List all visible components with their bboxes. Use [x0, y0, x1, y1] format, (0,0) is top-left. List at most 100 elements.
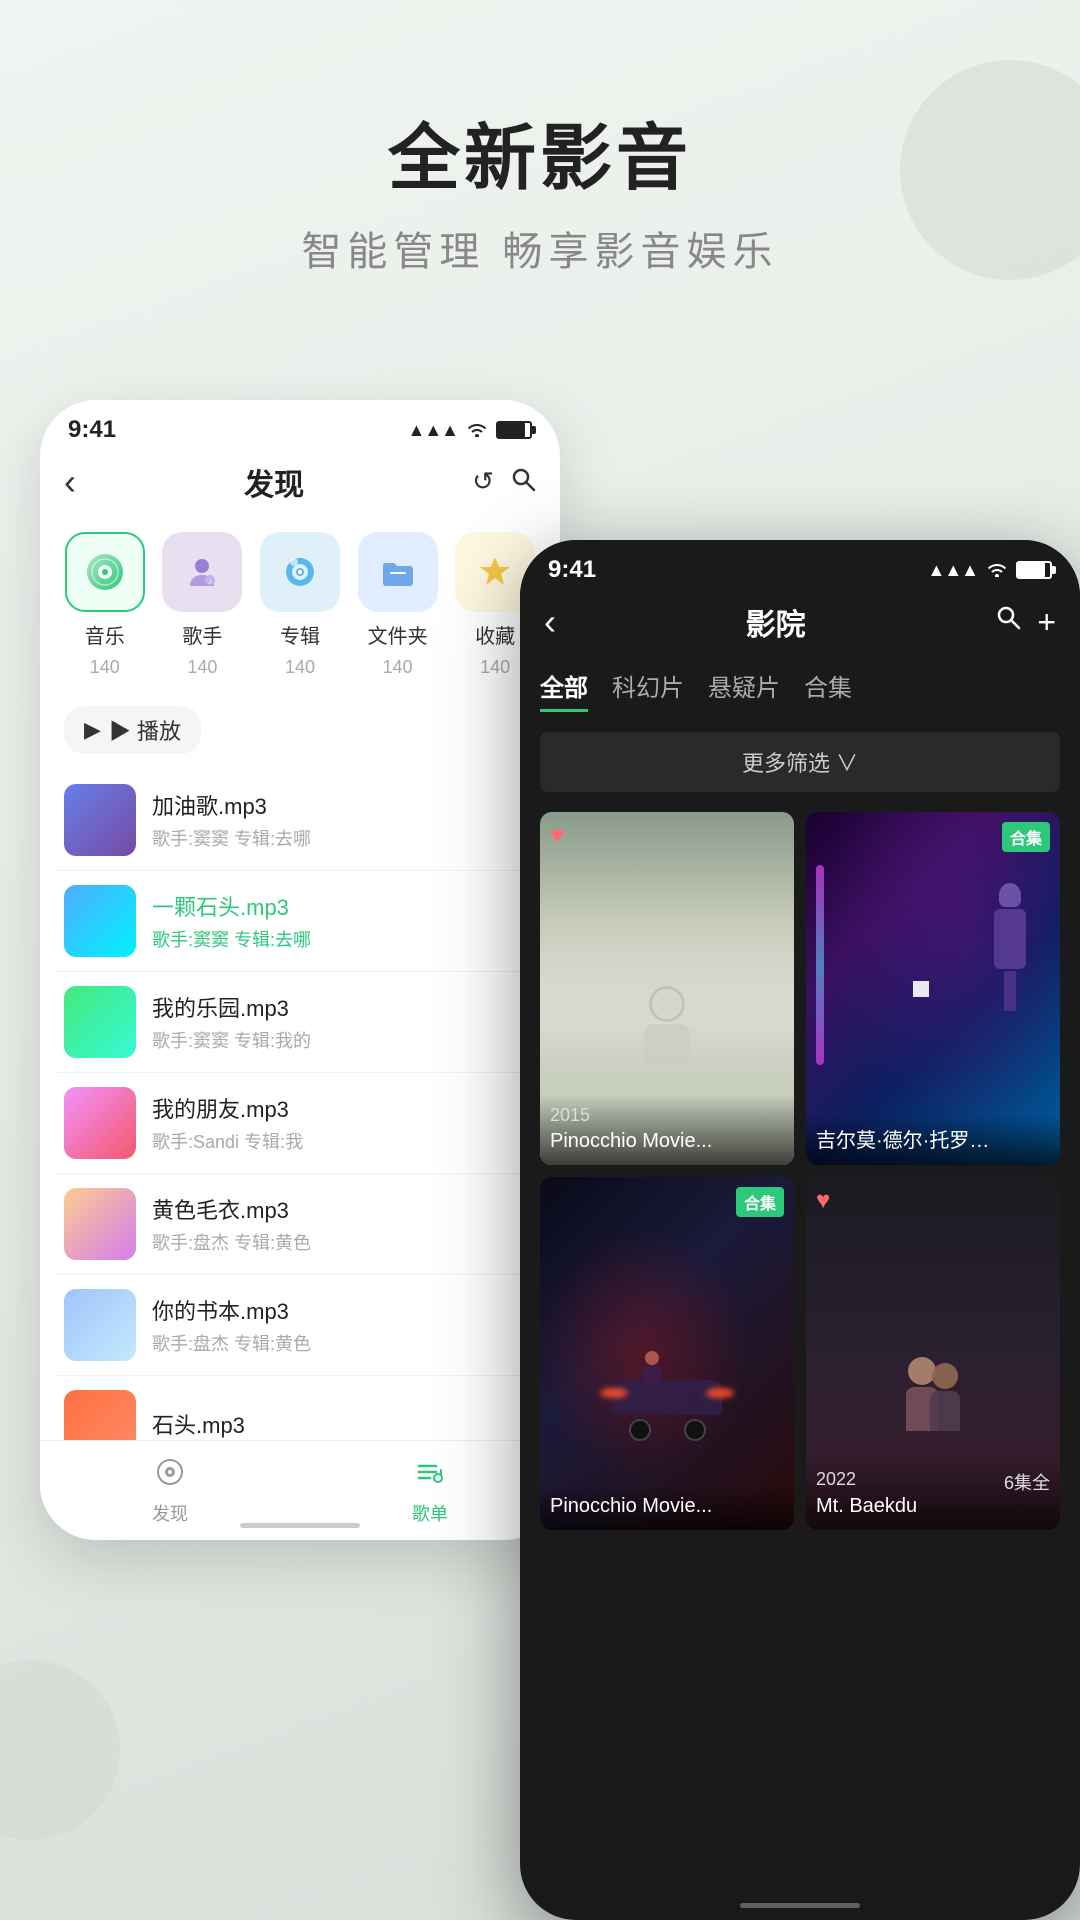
song-info: 我的朋友.mp3 歌手:Sandi 专辑:我	[152, 1092, 536, 1154]
fav-label: 收藏	[475, 620, 515, 649]
battery-icon-left	[496, 421, 532, 439]
filter-tab-collection[interactable]: 合集	[804, 668, 852, 712]
song-info: 石头.mp3	[152, 1408, 536, 1444]
filter-tabs: 全部 科幻片 悬疑片 合集	[520, 660, 1080, 724]
movie-bg-3	[540, 1177, 794, 1530]
filter-tab-scifi[interactable]: 科幻片	[612, 668, 684, 712]
status-icons-left: ▲▲▲	[408, 416, 532, 444]
movie-title-3: Pinocchio Movie...	[550, 1495, 784, 1518]
tab-discover-label: 发现	[152, 1500, 188, 1526]
music-icon-wrap	[65, 532, 145, 612]
movie-year-1: 2015	[550, 1105, 784, 1126]
status-bar-right: 9:41 ▲▲▲	[520, 540, 1080, 592]
driver-silhouette	[642, 1351, 662, 1381]
filter-tab-mystery[interactable]: 悬疑片	[708, 668, 780, 712]
movie-card-2[interactable]: 合集 吉尔莫·德尔·托罗…	[806, 812, 1060, 1165]
movie-heart-1: ♥	[550, 822, 564, 850]
singer-count: 140	[187, 657, 217, 678]
page-subtitle: 智能管理 畅享影音娱乐	[0, 219, 1080, 277]
play-icon: ▶	[84, 717, 101, 743]
refresh-icon[interactable]: ↺	[472, 466, 494, 499]
movie-title-1: Pinocchio Movie...	[550, 1130, 784, 1153]
music-count: 140	[90, 657, 120, 678]
category-album[interactable]: 专辑 140	[260, 532, 340, 678]
home-indicator-left	[240, 1523, 360, 1528]
nav-bar-right: ‹ 影院 +	[520, 592, 1080, 660]
category-singer[interactable]: ♪ 歌手 140	[162, 532, 242, 678]
song-name: 一颗石头.mp3	[152, 890, 536, 922]
back-button-right[interactable]: ‹	[544, 601, 556, 643]
list-item[interactable]: 你的书本.mp3 歌手:盘杰 专辑:黄色	[56, 1275, 544, 1376]
white-rect	[913, 981, 929, 997]
fav-count: 140	[480, 657, 510, 678]
couple-figure	[906, 1357, 960, 1431]
song-info: 加油歌.mp3 歌手:窦窦 专辑:去哪	[152, 789, 536, 851]
song-name: 黄色毛衣.mp3	[152, 1193, 536, 1225]
left-phone: 9:41 ▲▲▲ ‹ 发现 ↺	[40, 400, 560, 1540]
list-item[interactable]: 加油歌.mp3 歌手:窦窦 专辑:去哪	[56, 770, 544, 871]
song-thumb	[64, 784, 136, 856]
song-name: 你的书本.mp3	[152, 1294, 536, 1326]
more-filter-btn[interactable]: 更多筛选 ∨	[540, 732, 1060, 792]
list-item[interactable]: 我的朋友.mp3 歌手:Sandi 专辑:我	[56, 1073, 544, 1174]
folder-icon-wrap	[358, 532, 438, 612]
add-icon[interactable]: +	[1037, 604, 1056, 641]
movie-card-1[interactable]: ♥ 2015 Pinocchio Movie...	[540, 812, 794, 1165]
time-left: 9:41	[68, 416, 116, 444]
movie-year-title-row: 2022 6集全	[816, 1469, 1050, 1495]
song-thumb	[64, 1188, 136, 1260]
play-button[interactable]: ▶ ▶ 播放	[64, 706, 201, 754]
list-item[interactable]: 我的乐园.mp3 歌手:窦窦 专辑:我的	[56, 972, 544, 1073]
search-icon-right[interactable]	[995, 604, 1021, 641]
car-figure	[612, 1380, 722, 1441]
filter-tab-all[interactable]: 全部	[540, 668, 588, 712]
category-music[interactable]: 音乐 140	[65, 532, 145, 678]
neon-bar	[816, 865, 824, 1065]
home-indicator-right	[740, 1903, 860, 1908]
song-thumb	[64, 986, 136, 1058]
status-bar-left: 9:41 ▲▲▲	[40, 400, 560, 452]
song-info: 黄色毛衣.mp3 歌手:盘杰 专辑:黄色	[152, 1193, 536, 1255]
status-icons-right: ▲▲▲	[928, 556, 1052, 584]
song-meta: 歌手:窦窦 专辑:我的	[152, 1027, 536, 1053]
album-label: 专辑	[280, 620, 320, 649]
category-list: 音乐 140 ♪ 歌手 140	[40, 520, 560, 698]
song-info: 我的乐园.mp3 歌手:窦窦 专辑:我的	[152, 991, 536, 1053]
singer-icon-wrap: ♪	[162, 532, 242, 612]
movie-info-1: 2015 Pinocchio Movie...	[540, 1095, 794, 1165]
song-name: 加油歌.mp3	[152, 789, 536, 821]
nav-icons-left: ↺	[472, 466, 536, 499]
movie-info-3: Pinocchio Movie...	[540, 1485, 794, 1530]
nav-title-right: 影院	[746, 600, 806, 644]
movie-title-4: Mt. Baekdu	[816, 1495, 1050, 1518]
song-name: 石头.mp3	[152, 1408, 536, 1440]
search-icon-left[interactable]	[510, 466, 536, 499]
list-item[interactable]: 一颗石头.mp3 歌手:窦窦 专辑:去哪	[56, 871, 544, 972]
back-button-left[interactable]: ‹	[64, 461, 76, 503]
astronaut-figure	[644, 986, 690, 1066]
nav-icons-right: +	[995, 604, 1056, 641]
movie-badge-3: 合集	[736, 1187, 784, 1217]
nav-title-left: 发现	[244, 460, 304, 504]
movie-year-4: 2022	[816, 1469, 856, 1490]
movie-badge-2: 合集	[1002, 822, 1050, 852]
nav-bar-left: ‹ 发现 ↺	[40, 452, 560, 520]
song-meta: 歌手:窦窦 专辑:去哪	[152, 825, 536, 851]
folder-label: 文件夹	[368, 620, 428, 649]
more-filter-text: 更多筛选 ∨	[742, 746, 858, 778]
svg-text:♪: ♪	[208, 577, 212, 586]
category-folder[interactable]: 文件夹 140	[358, 532, 438, 678]
wifi-icon-right	[986, 556, 1008, 584]
movie-info-2: 吉尔莫·德尔·托罗…	[806, 1114, 1060, 1165]
signal-icon-right: ▲▲▲	[928, 560, 978, 581]
wifi-icon-left	[466, 416, 488, 444]
movie-card-4[interactable]: ♥ 2022 6集全 Mt. Baekdu	[806, 1177, 1060, 1530]
list-item[interactable]: 黄色毛衣.mp3 歌手:盘杰 专辑:黄色	[56, 1174, 544, 1275]
right-phone: 9:41 ▲▲▲ ‹ 影院 + 全部	[520, 540, 1080, 1920]
tab-playlist-label: 歌单	[412, 1500, 448, 1526]
movie-card-3[interactable]: 合集 Pinocchio Movie...	[540, 1177, 794, 1530]
song-thumb	[64, 885, 136, 957]
song-name: 我的乐园.mp3	[152, 991, 536, 1023]
movie-info-4: 2022 6集全 Mt. Baekdu	[806, 1459, 1060, 1530]
movie-grid: ♥ 2015 Pinocchio Movie... 合	[520, 800, 1080, 1542]
